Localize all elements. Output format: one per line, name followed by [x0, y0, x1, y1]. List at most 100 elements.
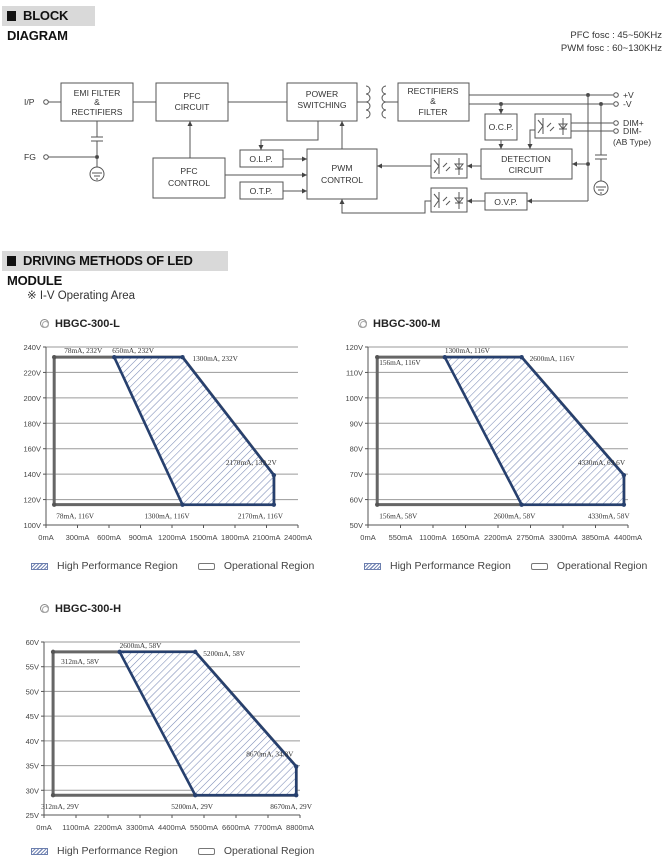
x-tick-label: 7700mA	[254, 823, 282, 832]
data-point	[271, 502, 277, 507]
detection-label-2: CIRCUIT	[509, 165, 545, 175]
section-title: DRIVING METHODS OF LED MODULE	[7, 253, 193, 288]
chart-title-text: HBGC-300-H	[55, 603, 122, 615]
data-point-label: 1300mA, 232V	[193, 354, 239, 363]
pfc-fosc-label: PFC fosc : 45~50KHz	[570, 30, 662, 41]
data-point	[375, 502, 380, 507]
high-performance-region	[443, 355, 626, 506]
section-header-block-diagram: BLOCK DIAGRAM	[2, 6, 95, 43]
x-tick-label: 3850mA	[582, 533, 610, 542]
data-point	[519, 354, 524, 360]
rect-filter-label-1: RECTIFIERS	[407, 86, 458, 96]
hatch-swatch-icon	[31, 562, 48, 570]
iv-chart-hbgc-300-l: 100V 120V 140V 160V 180V 200V 220V 240V 0mA 300mA…	[23, 343, 312, 542]
data-point	[193, 649, 198, 655]
x-tick-label: 8800mA	[286, 823, 314, 832]
data-point-label: 2600mA, 58V	[120, 641, 162, 650]
data-point-label: 4330mA, 69.6V	[578, 458, 626, 467]
y-tick-label: 30V	[26, 786, 39, 795]
data-point	[193, 793, 198, 798]
vminus-terminal-label: -V	[623, 99, 632, 109]
data-point	[271, 472, 277, 478]
x-tick-label: 0mA	[360, 533, 375, 542]
y-tick-label: 50V	[26, 687, 39, 696]
y-tick-label: 60V	[350, 496, 363, 505]
data-point	[519, 502, 524, 507]
data-point-label: 78mA, 232V	[64, 346, 103, 355]
data-point-label: 8670mA, 29V	[270, 802, 312, 811]
data-point-label: 2170mA, 139.2V	[226, 458, 278, 467]
x-tick-label: 1100mA	[419, 533, 446, 542]
chart-title-h: HBGC-300-H	[40, 603, 121, 615]
otp-label: O.T.P.	[250, 186, 273, 196]
pfc-control-label-2: CONTROL	[168, 178, 210, 188]
hatch-swatch-icon	[31, 847, 48, 855]
chart-title-text: HBGC-300-M	[373, 318, 441, 330]
optocoupler-symbol	[433, 192, 465, 209]
x-tick-label: 2400mA	[284, 533, 312, 542]
data-point-label: 156mA, 116V	[379, 358, 421, 367]
legend-high-performance: High Performance Region	[390, 560, 511, 572]
x-tick-label: 1650mA	[452, 533, 480, 542]
hatch-swatch-icon	[364, 562, 381, 570]
data-point	[50, 793, 56, 798]
double-circle-icon	[40, 319, 49, 328]
data-point-label: 156mA, 58V	[379, 512, 418, 521]
legend-m: High Performance Region Operational Regi…	[364, 560, 647, 572]
y-tick-label: 140V	[23, 470, 41, 479]
x-tick-label: 2200mA	[94, 823, 122, 832]
x-tick-label: 0mA	[38, 533, 53, 542]
y-tick-label: 100V	[23, 521, 41, 530]
data-point-label: 2170mA, 116V	[238, 512, 284, 521]
double-circle-icon	[358, 319, 367, 328]
power-switching-label-2: SWITCHING	[297, 100, 346, 110]
block-diagram: EMI FILTER & RECTIFIERS PFC CIRCUIT POWE…	[24, 82, 651, 214]
emi-label-3: RECTIFIERS	[71, 107, 122, 117]
data-point-label: 8670mA, 34.8V	[246, 750, 294, 759]
y-tick-label: 220V	[23, 368, 41, 377]
rect-filter-label-3: FILTER	[419, 107, 448, 117]
chart-title-l: HBGC-300-L	[40, 318, 120, 330]
x-tick-label: 2200mA	[484, 533, 512, 542]
x-tick-label: 300mA	[66, 533, 90, 542]
data-point	[442, 354, 448, 360]
chart-title-m: HBGC-300-M	[358, 318, 440, 330]
data-point-label: 312mA, 58V	[61, 657, 100, 666]
x-tick-label: 1500mA	[190, 533, 218, 542]
ab-type-label: (AB Type)	[613, 137, 651, 147]
y-tick-label: 55V	[26, 663, 39, 672]
x-tick-label: 4400mA	[158, 823, 186, 832]
high-performance-region	[112, 355, 276, 506]
data-point-label: 1300mA, 116V	[445, 346, 491, 355]
dimminus-terminal-label: DIM-	[623, 126, 642, 136]
data-point	[51, 354, 57, 360]
y-tick-label: 40V	[26, 737, 39, 746]
data-point	[294, 793, 299, 798]
square-bullet-icon	[7, 11, 16, 21]
y-tick-label: 60V	[26, 638, 39, 647]
chart-title-text: HBGC-300-L	[55, 318, 120, 330]
x-tick-label: 3300mA	[549, 533, 577, 542]
data-point-label: 5200mA, 29V	[171, 802, 213, 811]
y-tick-label: 50V	[350, 521, 363, 530]
legend-operational: Operational Region	[223, 560, 315, 572]
y-tick-label: 240V	[23, 343, 41, 352]
x-tick-label: 1100mA	[62, 823, 89, 832]
data-point	[50, 649, 56, 655]
x-tick-label: 0mA	[36, 823, 51, 832]
optocoupler-symbol	[537, 118, 569, 135]
y-tick-label: 120V	[23, 496, 41, 505]
data-point-label: 2600mA, 58V	[494, 512, 536, 521]
y-tick-label: 90V	[350, 419, 363, 428]
pwm-control-label-1: PWM	[331, 163, 352, 173]
y-tick-label: 100V	[345, 394, 363, 403]
data-point-label: 650mA, 232V	[112, 346, 154, 355]
legend-h: High Performance Region Operational Regi…	[31, 845, 314, 857]
y-tick-label: 120V	[345, 343, 363, 352]
iv-chart-hbgc-300-h: 25V 30V 35V 40V 45V 50V 55V 60V 0mA 1100mA 2200mA 3…	[26, 638, 314, 832]
x-tick-label: 4400mA	[614, 533, 642, 542]
emi-label-2: &	[94, 97, 100, 107]
legend-operational: Operational Region	[556, 560, 648, 572]
x-tick-label: 600mA	[97, 533, 121, 542]
x-tick-label: 3300mA	[126, 823, 154, 832]
